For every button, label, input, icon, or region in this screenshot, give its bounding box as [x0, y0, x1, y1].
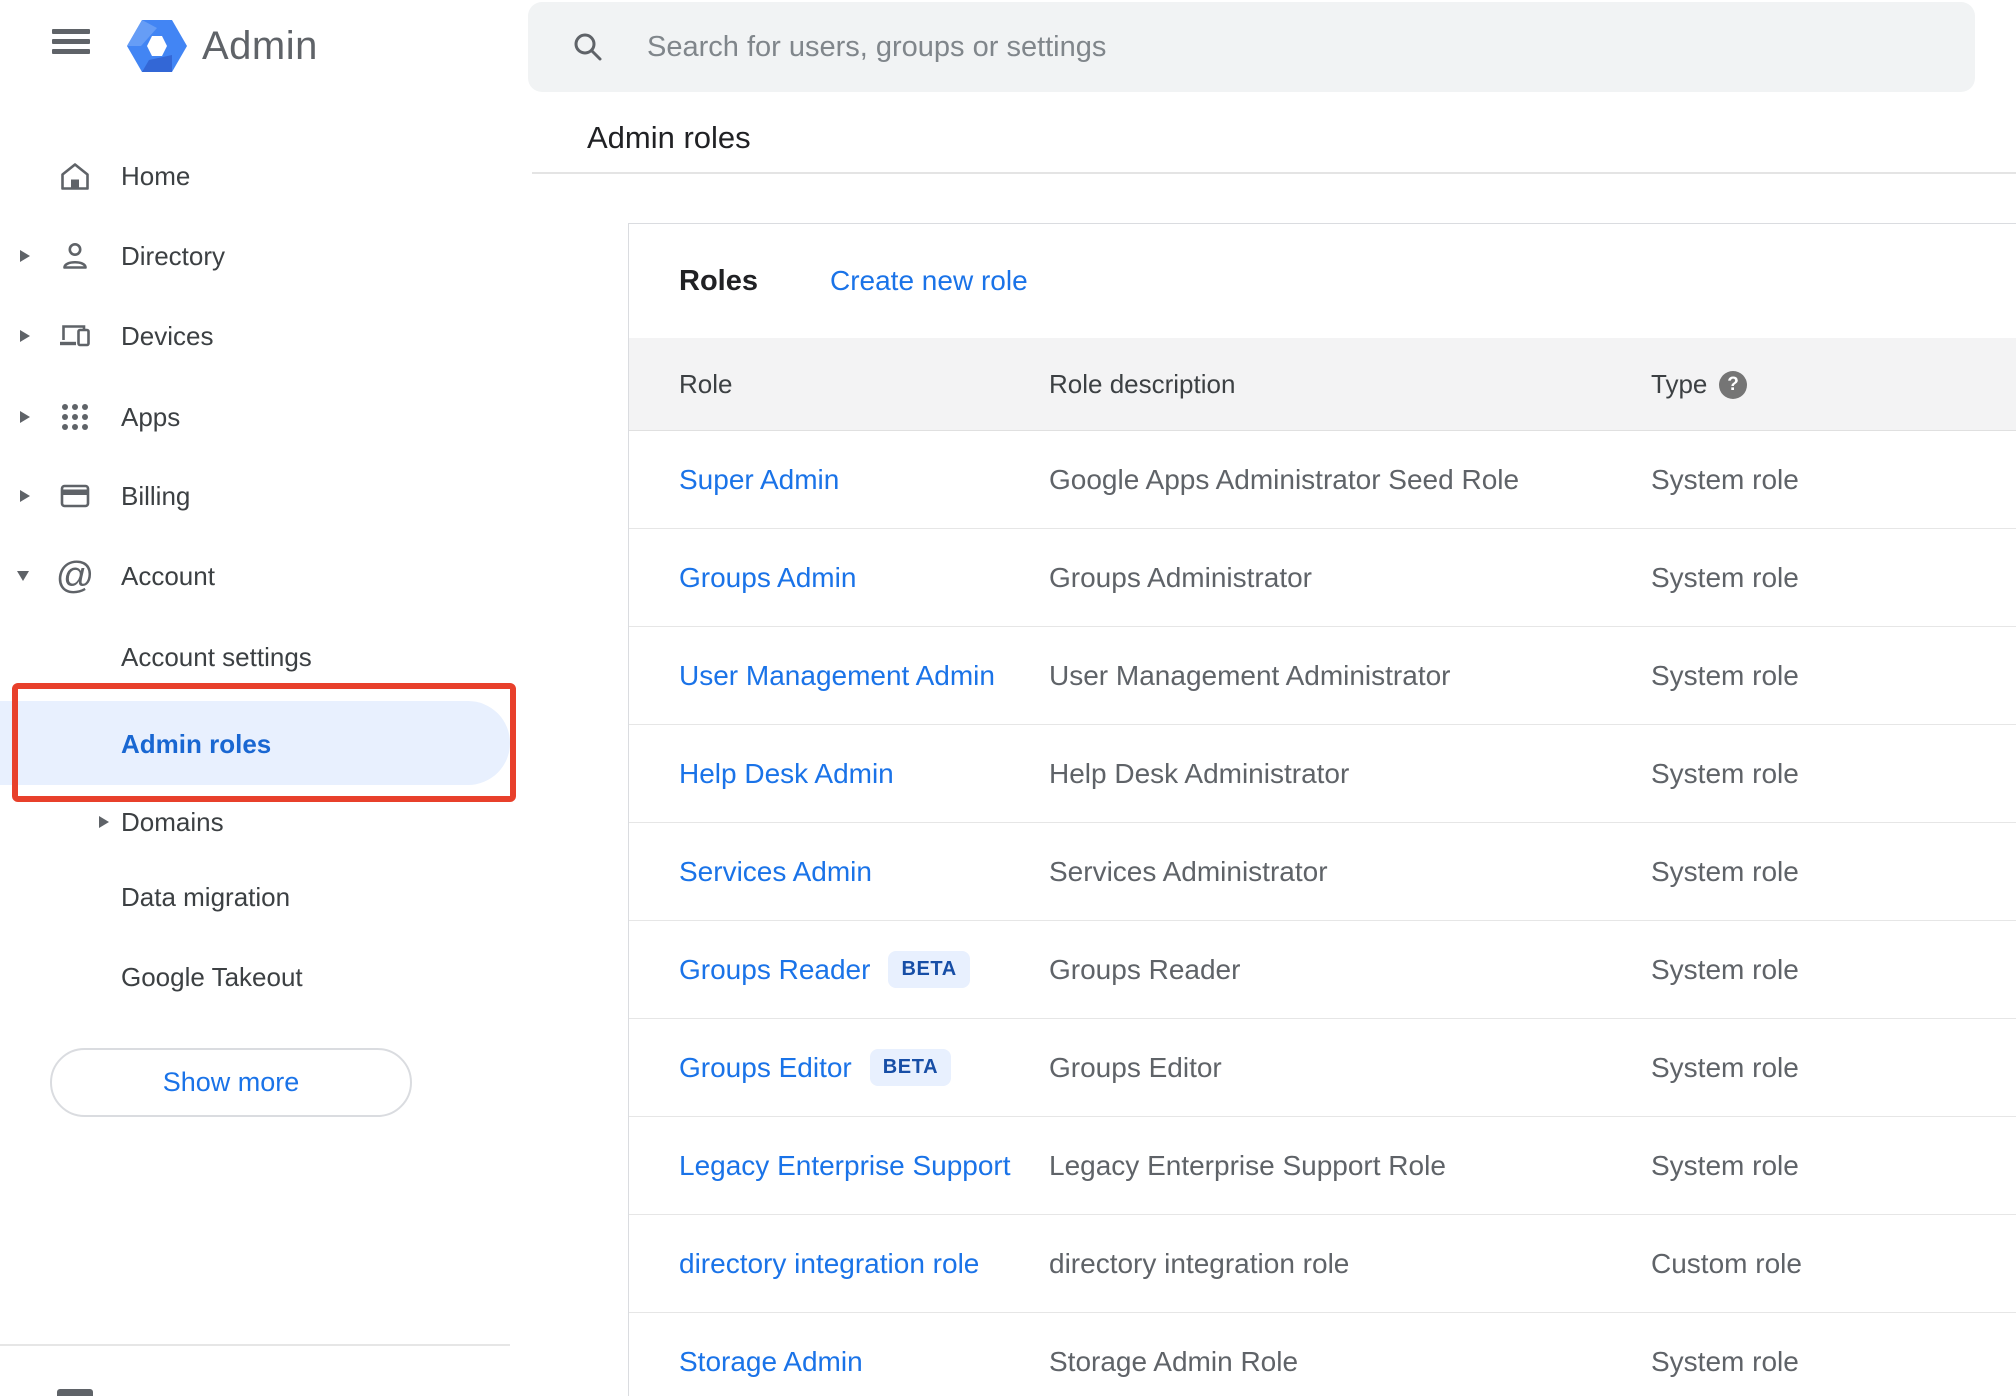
role-type: System role — [1651, 1345, 1799, 1377]
role-description: User Management Administrator — [1049, 659, 1451, 691]
admin-logo[interactable]: Admin — [127, 19, 318, 73]
sidebar-item-account-settings[interactable]: Account settings — [0, 622, 514, 692]
role-type: System role — [1651, 1149, 1799, 1181]
role-link[interactable]: Help Desk Admin — [679, 758, 894, 790]
create-new-role-link[interactable]: Create new role — [830, 265, 1028, 297]
expand-arrow-icon[interactable] — [20, 411, 30, 423]
show-more-button[interactable]: Show more — [50, 1048, 412, 1117]
help-icon[interactable]: ? — [1719, 371, 1747, 399]
credit-card-icon — [57, 478, 93, 514]
search-icon — [574, 33, 602, 61]
table-row: Storage Admin Storage Admin Role System … — [629, 1313, 2016, 1396]
column-header-type: Type — [1651, 368, 1708, 399]
sidebar-item-label: Domains — [121, 806, 224, 837]
role-link[interactable]: Groups Admin — [679, 562, 856, 594]
role-description: Groups Reader — [1049, 953, 1241, 985]
collapse-arrow-icon[interactable] — [17, 571, 29, 581]
sidebar-item-apps[interactable]: Apps — [0, 377, 514, 457]
role-link[interactable]: User Management Admin — [679, 660, 995, 692]
clipped-sidebar-icon — [57, 1389, 93, 1396]
sidebar-item-label: Billing — [121, 480, 191, 511]
table-row: Help Desk Admin Help Desk Administrator … — [629, 725, 2016, 823]
table-row: Groups Editor BETA Groups Editor System … — [629, 1019, 2016, 1117]
beta-badge: BETA — [869, 1049, 952, 1086]
sidebar-item-label: Devices — [121, 320, 214, 351]
role-description: Services Administrator — [1049, 855, 1328, 887]
expand-arrow-icon[interactable] — [99, 816, 109, 828]
roles-card-header: Roles Create new role — [629, 224, 2016, 338]
sidebar-item-label: Apps — [121, 401, 181, 432]
role-link[interactable]: Groups Reader — [679, 954, 870, 986]
sidebar-item-devices[interactable]: Devices — [0, 296, 514, 376]
sidebar-item-label: Admin roles — [121, 728, 272, 759]
hamburger-menu-icon[interactable] — [52, 29, 90, 55]
sidebar-item-label: Google Takeout — [121, 961, 303, 992]
role-link[interactable]: Services Admin — [679, 856, 872, 888]
person-icon — [57, 238, 93, 274]
table-row: Legacy Enterprise Support Legacy Enterpr… — [629, 1117, 2016, 1215]
search-bar[interactable] — [528, 2, 1975, 92]
column-header-description: Role description — [1049, 368, 1236, 399]
apps-grid-icon — [57, 399, 93, 435]
role-type: System role — [1651, 953, 1799, 985]
role-type: System role — [1651, 463, 1799, 495]
header-divider — [532, 172, 2016, 174]
devices-icon — [57, 318, 93, 354]
role-description: Google Apps Administrator Seed Role — [1049, 463, 1520, 495]
sidebar-item-domains[interactable]: Domains — [0, 787, 514, 857]
sidebar-item-admin-roles[interactable]: Admin roles — [0, 709, 514, 779]
role-type: System role — [1651, 659, 1799, 691]
role-type: Custom role — [1651, 1247, 1802, 1279]
expand-arrow-icon[interactable] — [20, 250, 30, 262]
sidebar-item-home[interactable]: Home — [0, 136, 514, 216]
role-type: System role — [1651, 855, 1799, 887]
role-description: Storage Admin Role — [1049, 1345, 1299, 1377]
admin-console-screen: Admin Home Directory Devices Apps Billin… — [0, 0, 2016, 1396]
breadcrumb: Admin roles — [587, 120, 751, 155]
search-input[interactable] — [647, 30, 1897, 64]
sidebar-item-label: Account settings — [121, 641, 312, 672]
card-title: Roles — [679, 264, 758, 297]
sidebar-item-billing[interactable]: Billing — [0, 456, 514, 536]
table-row: Super Admin Google Apps Administrator Se… — [629, 431, 2016, 529]
role-link[interactable]: Super Admin — [679, 464, 839, 496]
sidebar-item-label: Data migration — [121, 881, 291, 912]
table-row: User Management Admin User Management Ad… — [629, 627, 2016, 725]
role-link[interactable]: Legacy Enterprise Support — [679, 1150, 1011, 1182]
sidebar-item-label: Directory — [121, 240, 226, 271]
role-link[interactable]: Storage Admin — [679, 1346, 863, 1378]
table-row: Groups Reader BETA Groups Reader System … — [629, 921, 2016, 1019]
table-row: Services Admin Services Administrator Sy… — [629, 823, 2016, 921]
table-header-row: Role Role description Type ? — [629, 338, 2016, 431]
sidebar-item-google-takeout[interactable]: Google Takeout — [0, 942, 514, 1012]
sidebar-divider — [0, 1344, 510, 1346]
role-description: Help Desk Administrator — [1049, 757, 1350, 789]
role-description: Legacy Enterprise Support Role — [1049, 1149, 1446, 1181]
role-type: System role — [1651, 561, 1799, 593]
beta-badge: BETA — [888, 951, 970, 988]
logo-text: Admin — [202, 23, 318, 68]
at-sign-icon: @ — [55, 555, 95, 597]
role-description: Groups Editor — [1049, 1051, 1222, 1083]
table-row: directory integration role directory int… — [629, 1215, 2016, 1313]
home-icon — [57, 158, 93, 194]
role-type: System role — [1651, 757, 1799, 789]
expand-arrow-icon[interactable] — [20, 490, 30, 502]
show-more-label: Show more — [162, 1067, 300, 1097]
sidebar-item-account[interactable]: @ Account — [0, 536, 514, 616]
role-link[interactable]: directory integration role — [679, 1248, 979, 1280]
sidebar-item-label: Home — [121, 160, 191, 191]
sidebar-item-label: Account — [121, 560, 215, 591]
role-description: Groups Administrator — [1049, 561, 1312, 593]
table-row: Groups Admin Groups Administrator System… — [629, 529, 2016, 627]
sidebar-item-directory[interactable]: Directory — [0, 216, 514, 296]
admin-hexagon-icon — [127, 20, 187, 72]
column-header-role: Role — [679, 368, 733, 399]
role-type: System role — [1651, 1051, 1799, 1083]
expand-arrow-icon[interactable] — [20, 330, 30, 342]
role-description: directory integration role — [1049, 1247, 1350, 1279]
roles-card: Roles Create new role Role Role descript… — [628, 223, 2016, 1396]
sidebar-item-data-migration[interactable]: Data migration — [0, 862, 514, 932]
role-link[interactable]: Groups Editor — [679, 1052, 852, 1084]
